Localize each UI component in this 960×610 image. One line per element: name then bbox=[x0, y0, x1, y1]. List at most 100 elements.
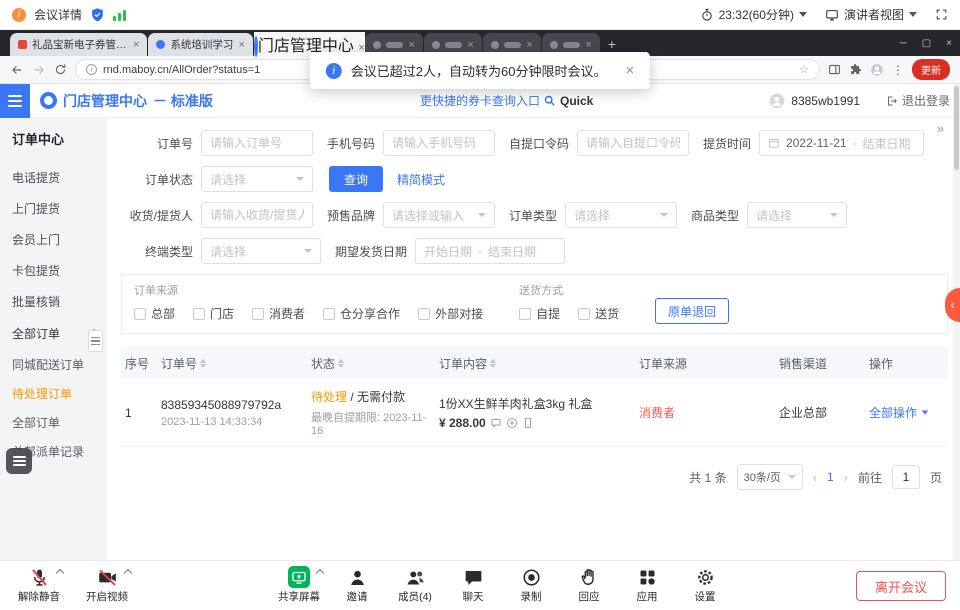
tab-close-icon[interactable]: × bbox=[467, 39, 473, 51]
quick-search[interactable]: Quick bbox=[543, 94, 593, 108]
close-icon[interactable]: × bbox=[946, 38, 952, 49]
scrollbar-thumb[interactable] bbox=[954, 86, 959, 170]
next-page-button[interactable]: › bbox=[844, 470, 848, 485]
user-account[interactable]: 8385wb1991 bbox=[769, 93, 860, 109]
page-size-select[interactable]: 30条/页 bbox=[737, 464, 803, 490]
sidebar-item-all-orders[interactable]: 全部订单 bbox=[0, 408, 107, 437]
meeting-info-icon[interactable]: i bbox=[12, 8, 26, 22]
record-button[interactable]: 录制 bbox=[506, 566, 556, 604]
meeting-details-link[interactable]: 会议详情 bbox=[34, 6, 82, 23]
sidebar-item-door-pickup[interactable]: 上门提货 bbox=[0, 193, 107, 224]
unmute-button[interactable]: 解除静音 bbox=[14, 566, 64, 604]
tab-close-icon[interactable]: × bbox=[526, 39, 532, 51]
tab-close-icon[interactable]: × bbox=[585, 39, 591, 51]
extensions-icon[interactable] bbox=[849, 63, 862, 76]
sort-icon[interactable] bbox=[200, 359, 206, 368]
start-video-button[interactable]: 开启视频 bbox=[82, 566, 132, 604]
order-no-input[interactable] bbox=[201, 130, 313, 156]
back-button[interactable] bbox=[10, 63, 24, 77]
browser-menu-icon[interactable]: ⋮ bbox=[892, 63, 904, 77]
row-actions-dropdown[interactable]: 全部操作 bbox=[869, 404, 929, 421]
range-separator: - bbox=[478, 244, 482, 258]
members-button[interactable]: 成员(4) bbox=[390, 566, 440, 604]
share-options-caret[interactable] bbox=[316, 569, 324, 577]
pickup-date-range[interactable]: 2022-11-21 - 结束日期 bbox=[759, 130, 924, 156]
sidebar-item-batch-verify[interactable]: 批量核销 bbox=[0, 286, 107, 317]
apps-button[interactable]: 应用 bbox=[622, 566, 672, 604]
view-mode-switch[interactable]: 演讲者视图 bbox=[825, 6, 917, 23]
settings-button[interactable]: 设置 bbox=[680, 566, 730, 604]
sidebar-drag-handle[interactable] bbox=[88, 330, 103, 352]
simple-mode-link[interactable]: 精简模式 bbox=[397, 171, 445, 188]
sidebar-item-card-pickup[interactable]: 卡包提货 bbox=[0, 255, 107, 286]
source-checkbox-consumer[interactable]: 消费者 bbox=[252, 305, 305, 322]
col-order-no[interactable]: 订单号 bbox=[157, 355, 307, 372]
sidebar-item-city-delivery[interactable]: 同城配送订单 bbox=[0, 350, 107, 379]
timer-caret-icon[interactable] bbox=[799, 12, 807, 17]
site-info-icon[interactable]: i bbox=[86, 64, 97, 75]
source-checkbox-external[interactable]: 外部对接 bbox=[418, 305, 483, 322]
bookmark-star-icon[interactable]: ☆ bbox=[799, 63, 809, 76]
mic-options-caret[interactable] bbox=[56, 569, 64, 577]
forward-button[interactable] bbox=[32, 63, 46, 77]
voucher-query-link[interactable]: 更快捷的券卡查询入口 bbox=[420, 92, 540, 109]
sidebar-item-member-visit[interactable]: 会员上门 bbox=[0, 224, 107, 255]
meeting-timer[interactable]: 23:32(60分钟) bbox=[700, 6, 807, 23]
share-screen-button[interactable]: 共享屏幕 bbox=[274, 566, 324, 604]
receiver-input[interactable] bbox=[201, 202, 313, 228]
chat-button[interactable]: 聊天 bbox=[448, 566, 498, 604]
leave-meeting-button[interactable]: 离开会议 bbox=[856, 571, 946, 601]
tab-close-icon[interactable]: × bbox=[238, 39, 244, 51]
reload-button[interactable] bbox=[54, 63, 67, 76]
presale-brand-select[interactable]: 请选择或输入 bbox=[383, 202, 495, 228]
security-shield-icon[interactable] bbox=[90, 4, 105, 26]
tab-close-icon[interactable]: × bbox=[408, 39, 414, 51]
fullscreen-button[interactable] bbox=[935, 8, 948, 21]
current-page[interactable]: 1 bbox=[827, 470, 834, 484]
maximize-icon[interactable]: ▢ bbox=[922, 38, 931, 49]
chrome-update-button[interactable]: 更新 bbox=[912, 59, 950, 80]
search-button[interactable]: 查询 bbox=[329, 166, 383, 192]
col-status[interactable]: 状态 bbox=[307, 355, 435, 372]
collapse-panel-icon[interactable]: » bbox=[937, 121, 944, 136]
video-options-caret[interactable] bbox=[124, 569, 132, 577]
phone-input[interactable] bbox=[383, 130, 495, 156]
quick-label: Quick bbox=[560, 94, 593, 108]
side-panel-icon[interactable] bbox=[828, 63, 841, 76]
sort-icon[interactable] bbox=[338, 359, 344, 368]
sidebar-item-phone-pickup[interactable]: 电话提货 bbox=[0, 162, 107, 193]
view-caret-icon[interactable] bbox=[909, 12, 917, 17]
floating-list-widget[interactable] bbox=[6, 448, 32, 474]
logout-button[interactable]: 退出登录 bbox=[886, 92, 950, 109]
delivery-checkbox-delivery[interactable]: 送货 bbox=[578, 305, 619, 322]
reaction-button[interactable]: 回应 bbox=[564, 566, 614, 604]
pickup-code-input[interactable] bbox=[577, 130, 689, 156]
goto-page-input[interactable] bbox=[892, 465, 920, 489]
toast-close-icon[interactable]: × bbox=[625, 62, 634, 79]
goods-type-select[interactable]: 请选择 bbox=[747, 202, 847, 228]
order-type-select[interactable]: 请选择 bbox=[565, 202, 677, 228]
browser-tab-training[interactable]: 系统培训学习 × bbox=[148, 33, 252, 56]
delivery-checkbox-selfpickup[interactable]: 自提 bbox=[519, 305, 560, 322]
order-status-select[interactable]: 请选择 bbox=[201, 166, 313, 192]
chevron-down-icon bbox=[922, 411, 928, 415]
profile-avatar[interactable] bbox=[870, 63, 884, 77]
original-order-return-button[interactable]: 原单退回 bbox=[655, 298, 729, 324]
source-checkbox-store[interactable]: 门店 bbox=[193, 305, 234, 322]
sidebar-item-pending-orders[interactable]: 待处理订单 bbox=[0, 379, 107, 408]
browser-tab-gift[interactable]: 礼品宝新电子券管理中心 × bbox=[10, 33, 147, 56]
source-checkbox-warehouse-share[interactable]: 仓分享合作 bbox=[323, 305, 400, 322]
tab-close-icon[interactable]: × bbox=[133, 39, 139, 51]
app-menu-toggle[interactable] bbox=[0, 84, 30, 118]
prev-page-button[interactable]: ‹ bbox=[813, 470, 817, 485]
minimize-icon[interactable]: ─ bbox=[900, 38, 907, 49]
page-scrollbar[interactable] bbox=[953, 84, 960, 560]
expect-ship-date-range[interactable]: 开始日期 - 结束日期 bbox=[415, 238, 565, 264]
table-row[interactable]: 1 83859345088979792a 2023-11-13 14:33:34… bbox=[121, 379, 948, 447]
source-checkbox-hq[interactable]: 总部 bbox=[134, 305, 175, 322]
sort-icon[interactable] bbox=[490, 359, 496, 368]
col-index: 序号 bbox=[121, 355, 157, 372]
invite-button[interactable]: 邀请 bbox=[332, 566, 382, 604]
terminal-type-select[interactable]: 请选择 bbox=[201, 238, 321, 264]
col-content[interactable]: 订单内容 bbox=[435, 355, 635, 372]
